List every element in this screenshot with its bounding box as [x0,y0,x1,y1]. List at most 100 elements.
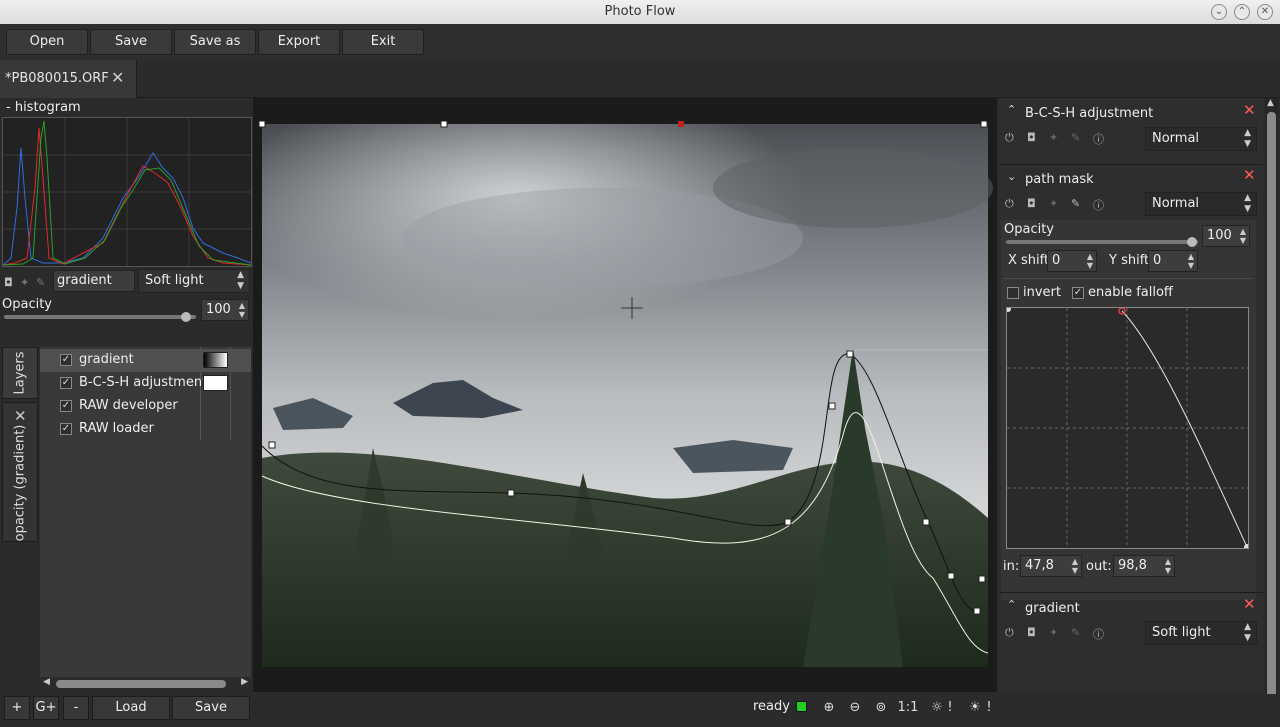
tab-layers-label: Layers [12,351,28,395]
falloff-checkbox[interactable]: ✓ [1072,287,1084,299]
bcsh-blend-select[interactable]: Normal ▲ ▼ [1145,127,1257,151]
layer-name: RAW developer [79,398,178,413]
layer-row-raw-developer[interactable]: ✓ RAW developer [40,395,251,418]
layers-list: ✓ gradient ✓ B-C-S-H adjustment ✓ RAW de… [40,347,251,677]
mask-visible-icon[interactable]: ◘ [4,276,13,289]
layer-visible-checkbox[interactable]: ✓ [60,400,72,412]
histogram-title[interactable]: - histogram [6,100,81,115]
gradient-title: gradient [1025,601,1080,616]
spinner-arrows-icon: ▲ ▼ [1244,622,1251,643]
export-button[interactable]: Export [258,29,340,55]
save-preset-button[interactable]: Save [172,696,250,720]
falloff-curve-plot[interactable] [1005,306,1250,550]
opacity-slider-track[interactable] [4,315,196,319]
opacity-label: Opacity [2,297,53,312]
yshift-spinbox[interactable]: 0 ▲ ▼ [1148,250,1198,272]
bottom-bar: + G+ - Load Save [0,694,1280,722]
power-icon[interactable]: ⏻ [1005,197,1014,211]
zoom-1-1-button[interactable]: 1:1 [897,697,919,719]
zoom-fit-icon[interactable]: ⊚ [870,697,892,719]
add-layer-button[interactable]: + [4,696,30,720]
layer-row-gradient[interactable]: ✓ gradient [40,349,251,372]
layer-name-input[interactable]: gradient [53,270,135,292]
curve-point[interactable] [1244,544,1250,550]
spinner-arrows-icon: ▲ ▼ [1071,557,1078,575]
pin-icon[interactable]: ✦ [1049,131,1058,144]
xshift-spinbox[interactable]: 0 ▲ ▼ [1047,250,1097,272]
save-as-button[interactable]: Save as [174,29,256,55]
power-icon[interactable]: ⏻ [1005,131,1014,145]
tab-opacity-label: opacity (gradient) [12,424,28,542]
image-canvas[interactable] [253,98,997,692]
layer-visible-checkbox[interactable]: ✓ [60,377,72,389]
tab-close-icon[interactable]: ✕ [14,407,27,425]
gradient-close-icon[interactable]: ✕ [1243,595,1256,613]
in-spinbox[interactable]: 47,8 ▲ ▼ [1020,555,1082,577]
falloff-curve-editor[interactable] [1005,306,1250,550]
gradient-blend-select[interactable]: Soft light ▲ ▼ [1145,621,1257,645]
scroll-thumb[interactable] [1267,112,1276,704]
scroll-up-icon[interactable]: ▲ [1267,98,1274,108]
remove-layer-button[interactable]: - [63,696,89,720]
collapse-icon[interactable]: ⌃ [1007,598,1016,611]
tab-opacity-gradient[interactable]: ✕ opacity (gradient) [2,402,38,542]
mask-visible-icon[interactable]: ◘ [1027,131,1036,144]
pathmask-title[interactable]: path mask [1025,172,1094,187]
invert-label: invert [1023,285,1061,300]
minimize-icon[interactable]: ⌄ [1211,4,1227,20]
layer-name: gradient [79,352,134,367]
scroll-right-icon[interactable]: ▶ [241,677,248,687]
pathmask-close-icon[interactable]: ✕ [1243,166,1256,184]
invert-checkbox[interactable] [1007,287,1019,299]
collapse-icon[interactable]: ⌃ [1007,103,1016,116]
tab-layers[interactable]: Layers [2,347,38,399]
out-spinbox[interactable]: 98,8 ▲ ▼ [1113,555,1175,577]
spinner-arrows-icon: ▲ ▼ [238,301,245,319]
image-tabstrip: *PB080015.ORF ✕ [0,60,1280,98]
blend-mode-select[interactable]: Soft light ▲ ▼ [138,269,250,293]
close-window-icon[interactable]: ✕ [1257,4,1273,20]
pathmask-blend-select[interactable]: Normal ▲ ▼ [1145,192,1257,216]
out-label: out: [1086,559,1112,574]
tab-image[interactable]: *PB080015.ORF ✕ [0,60,137,98]
layer-visible-checkbox[interactable]: ✓ [60,423,72,435]
image-view[interactable] [253,98,997,692]
info-icon[interactable]: ⓘ [1093,131,1104,147]
zoom-in-icon[interactable]: ⊕ [818,697,840,719]
layer-row-bcsh[interactable]: ✓ B-C-S-H adjustment [40,372,251,395]
curve-point[interactable] [1005,306,1011,312]
exit-button[interactable]: Exit [342,29,424,55]
edit-icon[interactable]: ✎ [1071,626,1080,639]
edit-icon[interactable]: ✎ [1071,197,1080,210]
expand-icon[interactable]: ⌄ [1007,170,1016,183]
open-button[interactable]: Open [6,29,88,55]
scroll-thumb[interactable] [56,680,226,688]
mask-visible-icon[interactable]: ◘ [1027,626,1036,639]
settings-scrollbar[interactable]: ▲ [1265,98,1278,708]
power-icon[interactable]: ⏻ [1005,626,1014,640]
scroll-left-icon[interactable]: ◀ [43,677,50,687]
info-icon[interactable]: ⓘ [1093,626,1104,642]
layers-hscrollbar[interactable]: ◀ ▶ [40,677,251,691]
zoom-out-icon[interactable]: ⊖ [844,697,866,719]
edit-icon[interactable]: ✎ [1071,131,1080,144]
edit-icon[interactable]: ✎ [36,276,45,289]
pathmask-opacity-track[interactable] [1006,240,1198,244]
maximize-icon[interactable]: ⌃ [1234,4,1250,20]
pin-icon[interactable]: ✦ [20,276,29,289]
bcsh-close-icon[interactable]: ✕ [1243,101,1256,119]
add-group-button[interactable]: G+ [33,696,59,720]
mask-visible-icon[interactable]: ◘ [1027,197,1036,210]
window-title: Photo Flow [604,4,676,19]
opacity-spinbox[interactable]: 100 ▲ ▼ [201,299,249,321]
pathmask-opacity-spinbox[interactable]: 100 ▲ ▼ [1202,225,1250,247]
layer-visible-checkbox[interactable]: ✓ [60,354,72,366]
pin-icon[interactable]: ✦ [1049,626,1058,639]
layer-row-raw-loader[interactable]: ✓ RAW loader [40,418,251,441]
save-button[interactable]: Save [90,29,172,55]
load-preset-button[interactable]: Load [92,696,170,720]
pin-icon[interactable]: ✦ [1049,197,1058,210]
info-icon[interactable]: ⓘ [1093,197,1104,213]
tab-close-icon[interactable]: ✕ [111,68,124,87]
opacity-slider-handle[interactable] [181,312,192,322]
